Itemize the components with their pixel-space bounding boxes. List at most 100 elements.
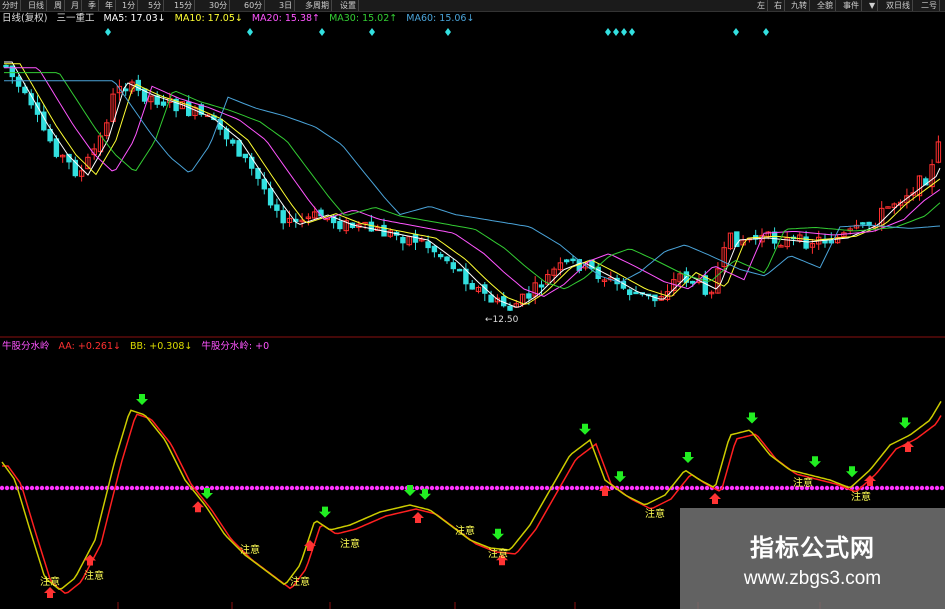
candle-body bbox=[450, 262, 457, 270]
toolbar-button[interactable]: 日线 bbox=[26, 0, 47, 11]
ma5-value: MA5: 17.03↓ bbox=[103, 13, 166, 24]
zero-line-dot bbox=[939, 485, 945, 491]
zero-line-dot bbox=[384, 485, 390, 491]
signal-diamonds bbox=[105, 28, 769, 36]
zero-line-dot bbox=[564, 485, 570, 491]
candle-body bbox=[690, 280, 696, 284]
zero-line-dot bbox=[359, 485, 365, 491]
zero-line-dot bbox=[314, 485, 320, 491]
zero-line-dot bbox=[294, 485, 300, 491]
candle-body bbox=[431, 245, 438, 253]
toolbar-button[interactable]: 左 bbox=[755, 0, 768, 11]
toolbar-button[interactable]: 事件 bbox=[841, 0, 862, 11]
toolbar-button[interactable]: ▼ bbox=[867, 0, 879, 11]
zero-line-dot bbox=[349, 485, 355, 491]
candle-body bbox=[456, 268, 463, 272]
zero-line-dot bbox=[684, 485, 690, 491]
zero-line-dot bbox=[339, 485, 345, 491]
toolbar-button[interactable]: 双日线 bbox=[884, 0, 913, 11]
toolbar-button[interactable]: 年 bbox=[103, 0, 116, 11]
toolbar-button[interactable]: 60分 bbox=[242, 0, 266, 11]
candle-body bbox=[469, 283, 475, 290]
candle-body bbox=[564, 259, 570, 263]
toolbar-button[interactable]: 30分 bbox=[207, 0, 231, 11]
zero-line-dot bbox=[334, 485, 340, 491]
chart-title: 日线(复权) bbox=[2, 13, 48, 24]
toolbar-button[interactable]: 多周期 bbox=[303, 0, 332, 11]
zero-line-dot bbox=[489, 485, 495, 491]
zero-line-dot bbox=[164, 485, 170, 491]
ma30-line bbox=[4, 72, 941, 290]
signal-diamond bbox=[247, 28, 253, 36]
toolbar-button[interactable]: 九转 bbox=[789, 0, 810, 11]
zero-line-dot bbox=[39, 485, 45, 491]
candle-body bbox=[627, 289, 633, 296]
zero-line-dot bbox=[474, 485, 480, 491]
zero-line-dot bbox=[459, 485, 465, 491]
zero-line-dot bbox=[274, 485, 280, 491]
zero-line-dot bbox=[399, 485, 405, 491]
signal-label: 注意 bbox=[645, 509, 665, 520]
zero-line-dot bbox=[224, 485, 230, 491]
toolbar-button[interactable]: 15分 bbox=[172, 0, 196, 11]
toolbar-button[interactable]: 3日 bbox=[277, 0, 296, 11]
zero-line-dot bbox=[819, 485, 825, 491]
zero-line-dot bbox=[389, 485, 395, 491]
toolbar-button[interactable]: 1分 bbox=[120, 0, 139, 11]
zero-line-dot bbox=[369, 485, 375, 491]
zero-line-dot bbox=[899, 485, 905, 491]
signal-diamond bbox=[319, 28, 325, 36]
zero-line-dot bbox=[929, 485, 935, 491]
toolbar-button[interactable]: 二号 bbox=[919, 0, 940, 11]
signal-label: 注意 bbox=[340, 539, 360, 550]
up-arrow bbox=[412, 512, 424, 523]
signal-label: 注意 bbox=[40, 577, 60, 588]
zero-line-dot bbox=[429, 485, 435, 491]
zero-line-dot bbox=[79, 485, 85, 491]
zero-line-dot bbox=[219, 485, 225, 491]
zero-line-dot bbox=[834, 485, 840, 491]
candle-body bbox=[242, 153, 249, 159]
zero-line-dot bbox=[629, 485, 635, 491]
zero-line-dot bbox=[694, 485, 700, 491]
down-arrow bbox=[319, 506, 331, 518]
zero-line-dot bbox=[209, 485, 215, 491]
zero-line-dot bbox=[449, 485, 455, 491]
signal-label: 注意 bbox=[793, 478, 813, 489]
toolbar-button[interactable]: 全貌 bbox=[815, 0, 836, 11]
zero-line-dot bbox=[734, 485, 740, 491]
zero-line-dot bbox=[914, 485, 920, 491]
down-arrow bbox=[682, 452, 694, 463]
main-legend: 日线(复权) 三一重工 MA5: 17.03↓ MA10: 17.05↓ MA2… bbox=[2, 13, 480, 25]
down-arrow bbox=[492, 528, 504, 540]
zero-line-dot bbox=[29, 485, 35, 491]
candle-body bbox=[160, 101, 167, 106]
toolbar-button[interactable]: 季 bbox=[86, 0, 99, 11]
toolbar-button[interactable]: 右 bbox=[772, 0, 785, 11]
toolbar-button[interactable]: 设置 bbox=[338, 0, 359, 11]
zero-line-dot bbox=[594, 485, 600, 491]
toolbar-button[interactable]: 月 bbox=[69, 0, 82, 11]
toolbar-button[interactable]: 周 bbox=[52, 0, 65, 11]
zero-line-dot bbox=[879, 485, 885, 491]
zero-line-dot bbox=[64, 485, 70, 491]
zero-line-dot bbox=[199, 485, 205, 491]
candle-body bbox=[400, 237, 406, 244]
candle-body bbox=[444, 256, 450, 262]
zero-line-dot bbox=[499, 485, 505, 491]
zero-line-dot bbox=[4, 485, 10, 491]
zero-line-dot bbox=[354, 485, 360, 491]
candle-body bbox=[186, 101, 192, 117]
toolbar-button[interactable]: 分时 bbox=[0, 0, 21, 11]
zero-line-dot bbox=[544, 485, 550, 491]
zero-line-dot bbox=[59, 485, 65, 491]
zero-line-dot bbox=[0, 485, 5, 491]
zero-line-dot bbox=[569, 485, 575, 491]
zero-line-dot bbox=[254, 485, 260, 491]
zero-line-dot bbox=[484, 485, 490, 491]
zero-line-dot bbox=[169, 485, 175, 491]
zero-line-dot bbox=[769, 485, 775, 491]
aa-value: AA: +0.261↓ bbox=[58, 341, 121, 352]
toolbar-button[interactable]: 5分 bbox=[146, 0, 165, 11]
zero-line-dot bbox=[259, 485, 265, 491]
